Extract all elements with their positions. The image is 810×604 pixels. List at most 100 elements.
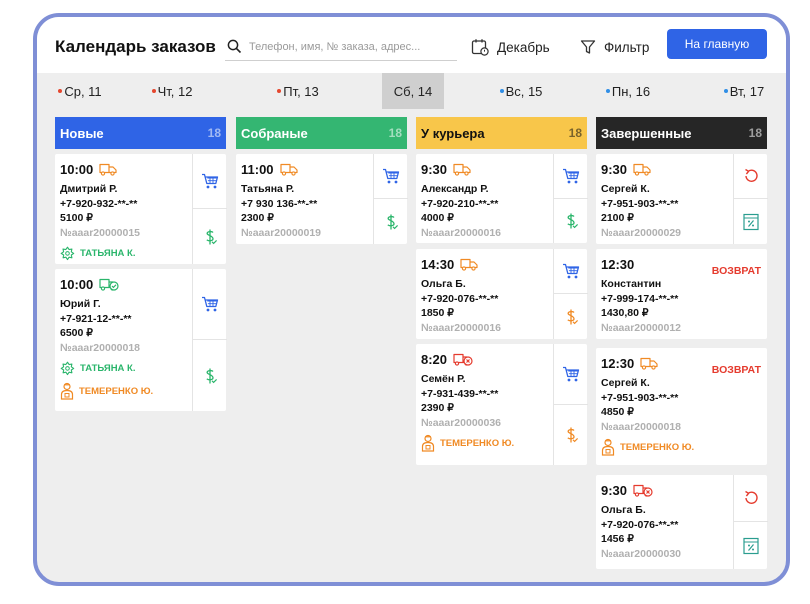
order-price: 4850 ₽ xyxy=(601,406,634,418)
payment-button[interactable] xyxy=(193,209,227,264)
cart-button[interactable] xyxy=(554,249,588,294)
return-button[interactable] xyxy=(734,154,768,199)
day-tab[interactable]: Пн, 16 xyxy=(597,73,659,109)
status-column: Собраные 18 11:00 Татьяна Р. +7 930 136-**-*… xyxy=(236,117,408,244)
day-label: Ср, 11 xyxy=(64,83,102,99)
delivery-time-row: 9:30 xyxy=(601,161,731,177)
day-tab[interactable]: Ср, 11 xyxy=(49,73,111,109)
delivery-time-row: 8:20 xyxy=(421,351,551,367)
delivery-truck-icon xyxy=(460,258,478,271)
order-number: №aaar20000015 xyxy=(60,226,141,239)
customer-name: Ольга Б. xyxy=(421,278,466,290)
month-selector-button[interactable]: Декабрь xyxy=(471,35,550,59)
delivery-time: 12:30 xyxy=(601,256,635,272)
delivery-time-row: 10:00 xyxy=(60,161,190,177)
customer-phone: +7-951-903-**-** xyxy=(601,197,679,210)
courier-icon xyxy=(421,434,435,452)
cart-icon xyxy=(563,366,580,381)
return-status-badge: ВОЗВРАТ xyxy=(711,364,761,376)
delivery-time: 9:30 xyxy=(421,161,448,177)
filter-icon xyxy=(580,40,596,54)
payment-button[interactable] xyxy=(554,199,588,243)
delivery-truck-icon xyxy=(633,484,653,497)
column-header: Завершенные 18 xyxy=(596,117,767,149)
column-count: 18 xyxy=(748,126,762,140)
column-count: 18 xyxy=(568,126,582,140)
order-card[interactable]: 11:00 Татьяна Р. +7 930 136-**-** 2300 ₽ №aa… xyxy=(236,154,408,244)
assignee-name: ТЕМЕРЕНКО Ю. xyxy=(79,385,154,397)
payment-button[interactable] xyxy=(374,199,408,244)
return-status-badge: ВОЗВРАТ xyxy=(711,265,761,277)
day-tab[interactable]: Пт, 13 xyxy=(267,73,329,109)
day-tab[interactable]: Чт, 12 xyxy=(141,73,203,109)
delivery-truck-icon xyxy=(640,357,658,370)
order-details: 8:20 Семён Р. +7-931-439-**-** 2390 ₽ №aaar2… xyxy=(421,351,551,453)
payment-button[interactable] xyxy=(193,340,227,411)
order-details: 10:00 Дмитрий Р. +7-920-932-**-** 5100 ₽ №aa… xyxy=(60,161,190,263)
day-label: Вс, 15 xyxy=(505,83,543,99)
card-actions xyxy=(733,154,768,244)
order-number: №aaar20000030 xyxy=(601,547,682,560)
delivery-time-row: 11:00 xyxy=(241,161,371,177)
card-actions xyxy=(553,344,588,465)
receipt-button[interactable] xyxy=(734,199,768,244)
order-card[interactable]: 12:30 Константин +7-999-174-**-** 1430,80 ₽… xyxy=(596,249,767,339)
day-label: Вт, 17 xyxy=(729,83,765,99)
customer-name: Дмитрий Р. xyxy=(60,183,118,195)
payment-icon xyxy=(567,427,579,443)
filter-label: Фильтр xyxy=(604,39,650,55)
cart-icon xyxy=(563,263,580,278)
return-button[interactable] xyxy=(734,475,768,522)
payment-button[interactable] xyxy=(554,294,588,339)
cart-button[interactable] xyxy=(193,269,227,340)
cart-button[interactable] xyxy=(554,154,588,199)
payment-button[interactable] xyxy=(554,405,588,465)
day-tab[interactable]: Вт, 17 xyxy=(713,73,775,109)
day-indicator-dot xyxy=(499,89,504,93)
card-actions xyxy=(373,154,408,244)
customer-name: Александр Р. xyxy=(421,183,489,195)
cart-button[interactable] xyxy=(374,154,408,199)
customer-name: Сергей К. xyxy=(601,377,650,389)
day-indicator-dot xyxy=(151,89,156,93)
customer-phone: +7-920-076-**-** xyxy=(421,292,499,305)
home-button[interactable]: На главную xyxy=(667,29,767,59)
cart-icon xyxy=(202,296,219,311)
customer-phone: +7-951-903-**-** xyxy=(601,391,679,404)
order-card[interactable]: 9:30 Ольга Б. +7-920-076-**-** 1456 ₽ №aaar2… xyxy=(596,475,768,569)
column-count: 18 xyxy=(207,126,221,140)
cart-button[interactable] xyxy=(193,154,227,209)
cart-button[interactable] xyxy=(554,344,588,405)
day-label: Пт, 13 xyxy=(283,83,319,99)
order-card[interactable]: 9:30 Сергей К. +7-951-903-**-** 2100 ₽ №aaar… xyxy=(596,154,768,244)
order-details: 14:30 Ольга Б. +7-920-076-**-** 1850 ₽ №aaar… xyxy=(421,256,551,335)
assignee: ТАТЬЯНА К. xyxy=(60,243,190,263)
order-card[interactable]: 9:30 Александр Р. +7-920-210-**-** 4000 ₽ №a… xyxy=(416,154,588,243)
cart-icon xyxy=(383,168,400,183)
card-actions xyxy=(733,475,768,569)
delivery-time: 14:30 xyxy=(421,256,455,272)
day-label: Пн, 16 xyxy=(611,83,651,99)
order-card[interactable]: 10:00 Юрий Г. +7-921-12-**-** 6500 ₽ №aaar20… xyxy=(55,269,227,411)
delivery-time-row: 9:30 xyxy=(421,161,551,177)
search-input[interactable] xyxy=(247,36,452,58)
order-card[interactable]: 14:30 Ольга Б. +7-920-076-**-** 1850 ₽ №aaar… xyxy=(416,249,588,339)
order-card[interactable]: 8:20 Семён Р. +7-931-439-**-** 2390 ₽ №aaar2… xyxy=(416,344,588,465)
courier-icon xyxy=(601,438,615,456)
delivery-time: 8:20 xyxy=(421,351,448,367)
order-card[interactable]: 10:00 Дмитрий Р. +7-920-932-**-** 5100 ₽ №aa… xyxy=(55,154,227,264)
delivery-truck-icon xyxy=(99,278,119,291)
day-tab[interactable]: Сб, 14 xyxy=(382,73,444,109)
delivery-truck-icon xyxy=(453,163,471,176)
day-tab[interactable]: Вс, 15 xyxy=(490,73,552,109)
order-number: №aaar20000019 xyxy=(241,226,322,239)
status-column: У курьера 18 9:30 Александр Р. +7-920-210-**… xyxy=(416,117,588,465)
customer-phone: +7 930 136-**-** xyxy=(241,197,318,210)
filter-button[interactable]: Фильтр xyxy=(580,35,649,59)
order-card[interactable]: 12:30 Сергей К. +7-951-903-**-** 4850 ₽ №aaa… xyxy=(596,348,767,465)
day-indicator-dot xyxy=(605,89,610,93)
delivery-truck-icon xyxy=(279,163,298,176)
month-label: Декабрь xyxy=(497,39,550,55)
day-indicator-dot xyxy=(277,89,282,93)
receipt-button[interactable] xyxy=(734,522,768,569)
